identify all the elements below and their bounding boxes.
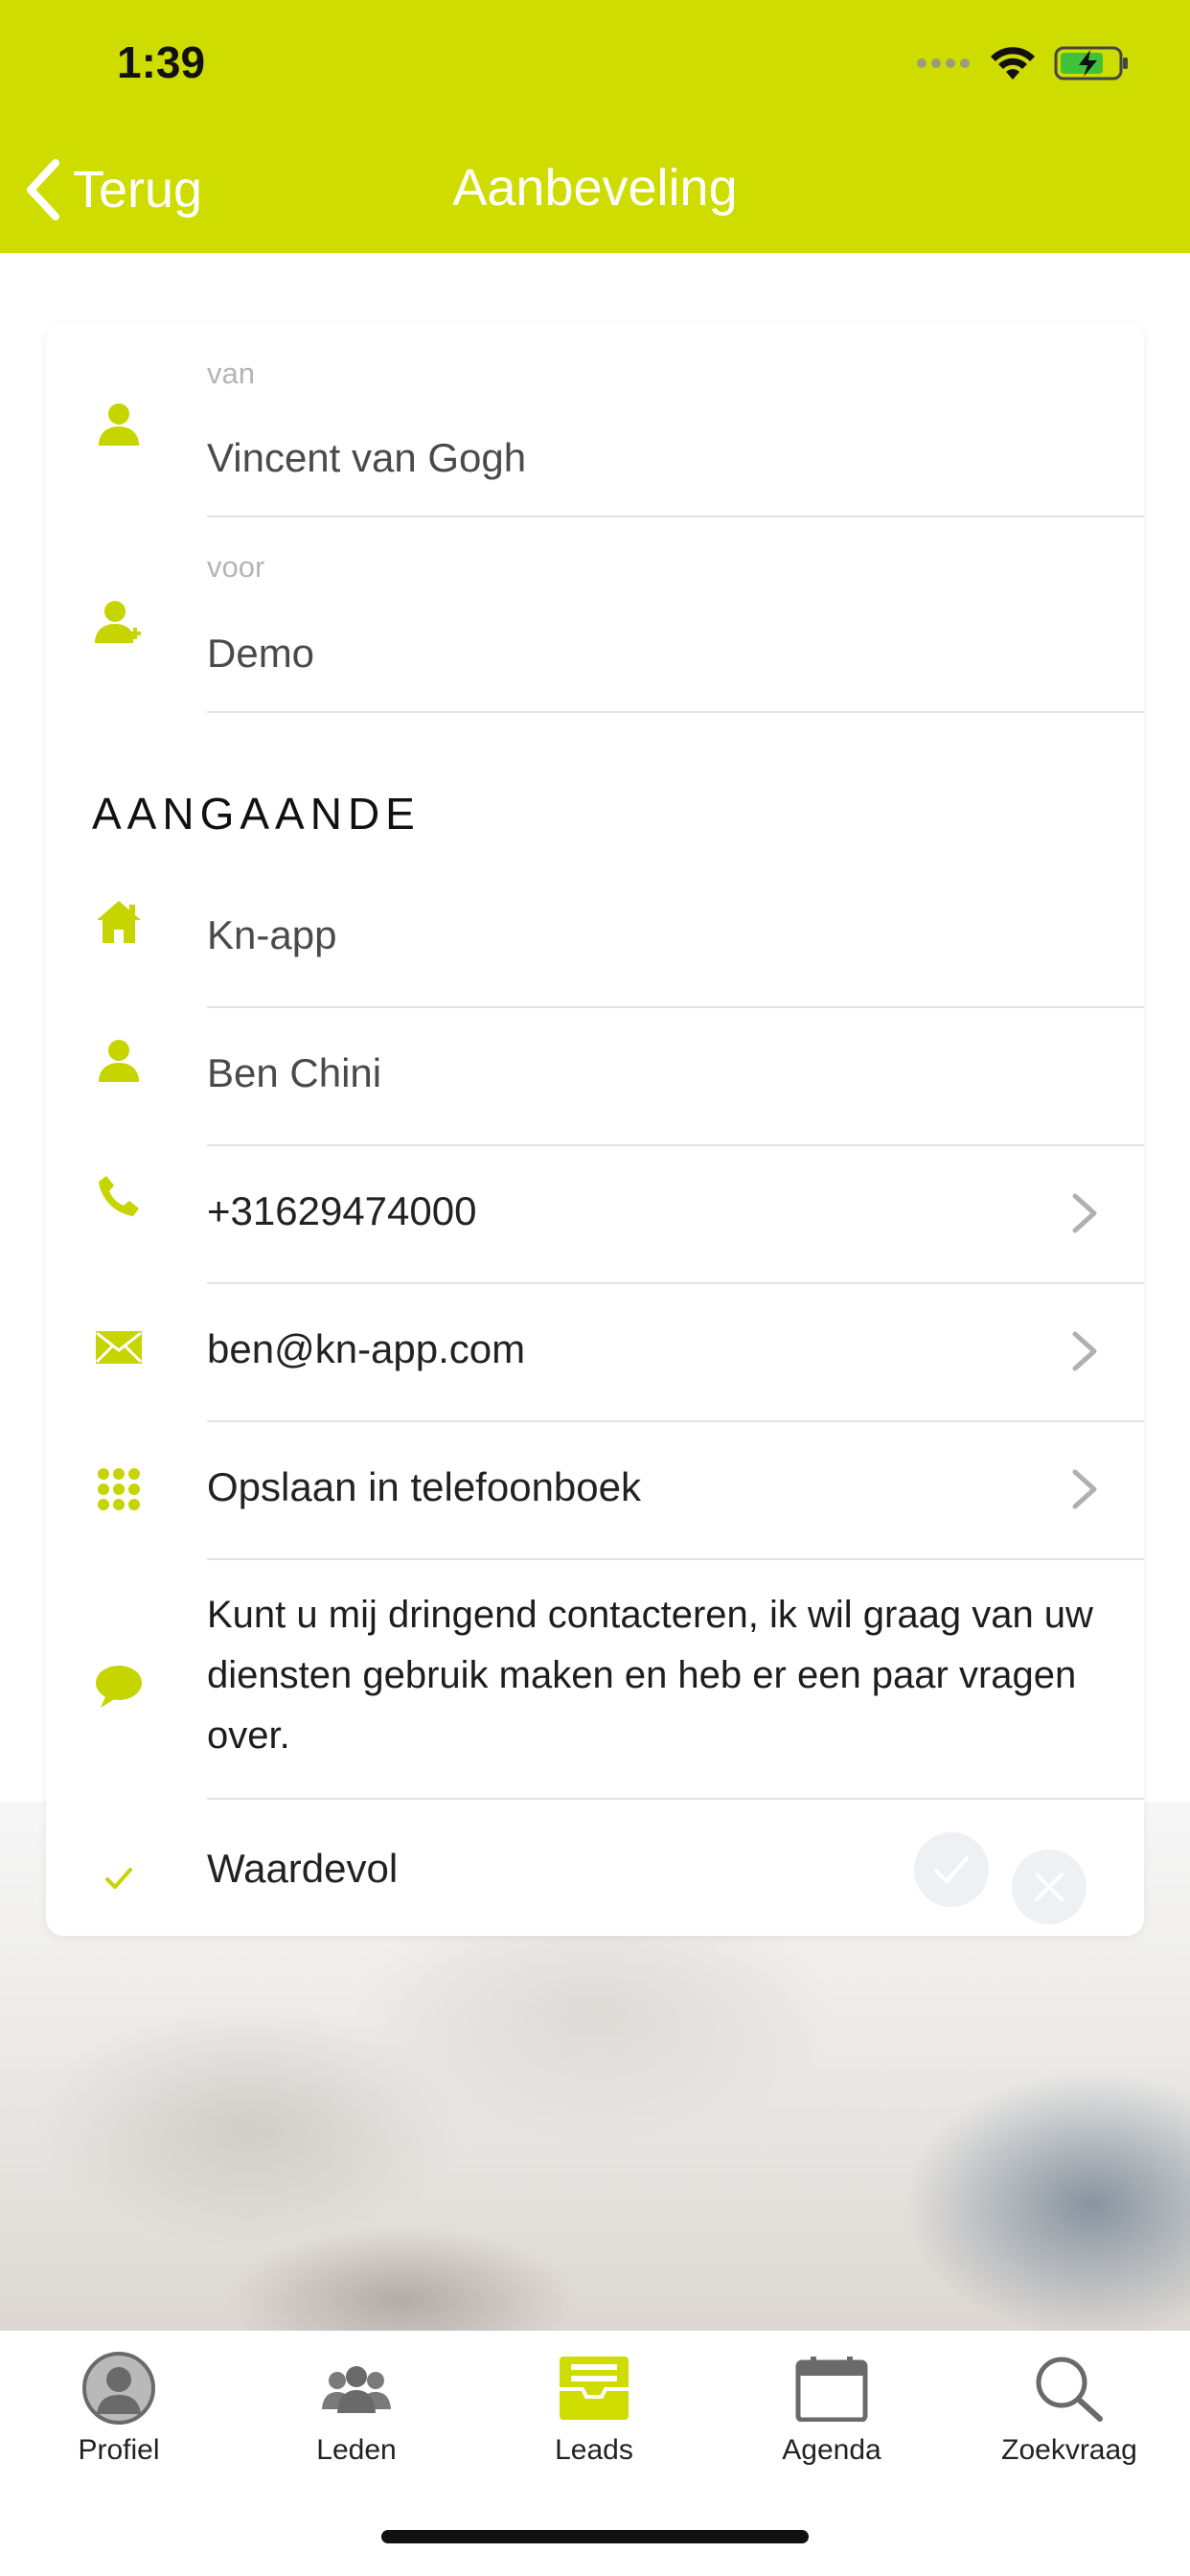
profile-icon [76,2350,162,2426]
chat-bubble-icon [94,1662,144,1712]
divider [207,1006,1144,1008]
person-add-icon [94,596,144,646]
status-icons [916,42,1131,84]
message-text: Kunt u mij dringend contacteren, ik wil … [207,1594,1093,1757]
tab-leads[interactable]: Leads [498,2350,690,2484]
person-icon [94,399,144,448]
save-contact-label[interactable]: Opslaan in telefoonboek [207,1464,641,1510]
signal-icon [917,58,970,68]
mail-icon [94,1322,144,1372]
tab-agenda[interactable]: Agenda [736,2350,927,2484]
battery-icon [1054,46,1128,80]
phone-number[interactable]: +31629474000 [207,1188,476,1234]
from-value: Vincent van Gogh [207,435,527,480]
keypad-icon [94,1464,144,1514]
contact-name: Ben Chini [207,1050,382,1095]
recommendation-card: van Vincent van Gogh voor Demo AANGAANDE… [46,322,1144,1936]
tab-label: Zoekvraag [1001,2434,1137,2466]
leads-icon [551,2350,637,2426]
save-contact-row[interactable]: Opslaan in telefoonboek [46,1422,1144,1558]
valuable-label: Waardevol [207,1846,399,1891]
home-icon [94,897,144,947]
section-title: AANGAANDE [92,789,421,839]
check-icon [934,1856,969,1883]
from-label: van [207,356,255,390]
company-name: Kn-app [207,912,337,957]
tab-label: Leden [316,2434,397,2466]
chevron-right-icon [1072,1193,1097,1233]
header-bar: 1:39 Terug Aanbeveling [0,0,1190,253]
divider [207,1798,1144,1800]
email-address[interactable]: ben@kn-app.com [207,1326,525,1372]
divider [207,516,1144,518]
status-time: 1:39 [117,37,206,87]
tab-zoekvraag[interactable]: Zoekvraag [973,2350,1165,2484]
chevron-right-icon [1072,1469,1097,1509]
chevron-right-icon [1072,1331,1097,1371]
to-value: Demo [207,631,315,676]
page-title: Aanbeveling [452,159,738,217]
divider [207,1558,1144,1560]
accept-button[interactable] [914,1832,989,1907]
tab-label: Profiel [78,2434,160,2466]
home-indicator [381,2530,809,2543]
checkmark-icon [94,1853,144,1903]
email-row[interactable]: ben@kn-app.com [46,1284,1144,1420]
members-icon [313,2350,400,2426]
reject-button[interactable] [1012,1850,1087,1924]
tab-label: Agenda [782,2434,881,2466]
wifi-icon [991,47,1035,80]
tab-leden[interactable]: Leden [261,2350,452,2484]
person-icon [94,1035,144,1085]
phone-icon [94,1171,144,1221]
to-label: voor [207,550,265,584]
search-icon [1026,2350,1112,2426]
close-icon [1035,1873,1064,1901]
tab-profiel[interactable]: Profiel [23,2350,215,2484]
calendar-icon [789,2350,875,2426]
divider [207,711,1144,713]
tab-label: Leads [555,2434,633,2466]
phone-row[interactable]: +31629474000 [46,1146,1144,1282]
